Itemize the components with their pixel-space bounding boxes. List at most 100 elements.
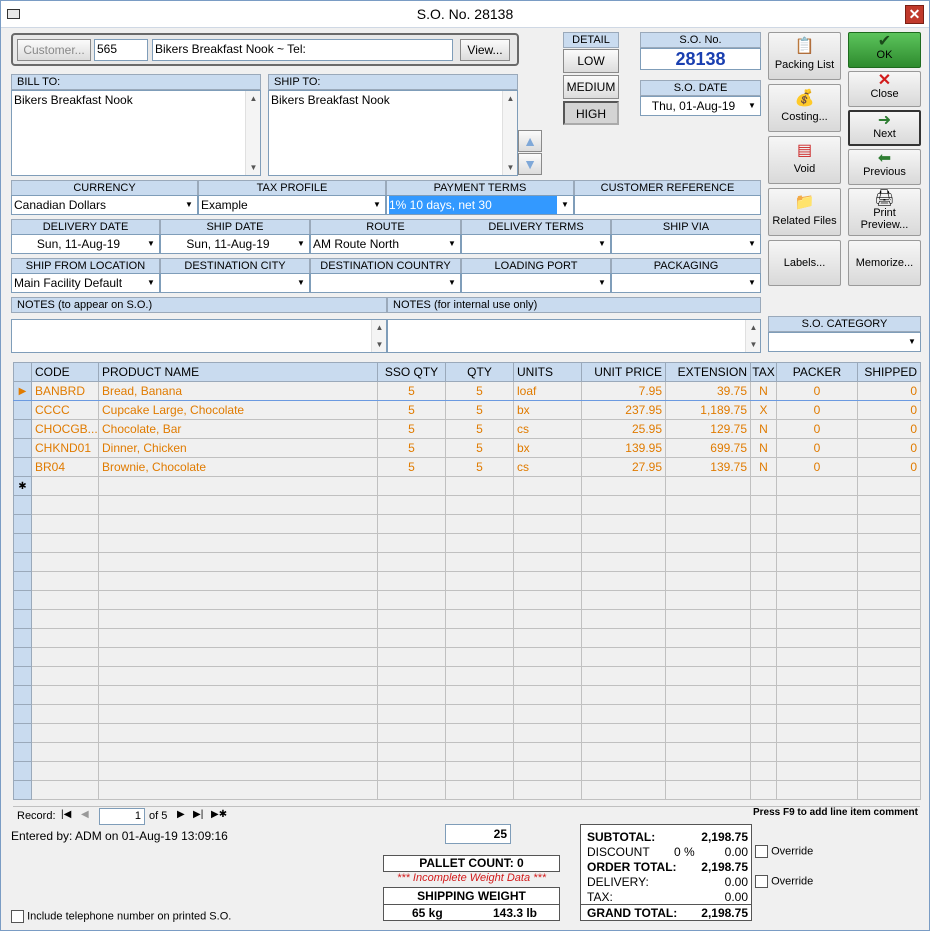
row-selector[interactable]: ✱ <box>13 476 32 496</box>
cell-code[interactable] <box>31 552 99 572</box>
first-record-icon[interactable]: |◀ <box>61 809 71 820</box>
detail-high-button[interactable]: HIGH <box>563 101 619 125</box>
cell-shipped[interactable] <box>857 495 921 515</box>
cell-units[interactable] <box>513 666 582 686</box>
cell-unit-price[interactable] <box>581 571 666 591</box>
cell-product-name[interactable] <box>98 685 378 705</box>
cell-extension[interactable] <box>665 761 751 781</box>
cell-extension[interactable] <box>665 514 751 534</box>
delivery-value[interactable]: 0.00 <box>725 875 748 889</box>
cell-extension[interactable] <box>665 742 751 762</box>
cell-extension[interactable]: 39.75 <box>665 381 751 401</box>
close-button[interactable]: ✕ Close <box>848 71 921 107</box>
cell-packer[interactable]: 0 <box>776 381 858 401</box>
cell-qty[interactable]: 5 <box>445 381 514 401</box>
cell-code[interactable] <box>31 780 99 800</box>
cell-tax[interactable] <box>750 761 777 781</box>
cell-code[interactable]: BANBRD <box>31 381 99 401</box>
cell-packer[interactable] <box>776 514 858 534</box>
cell-shipped[interactable] <box>857 514 921 534</box>
notes-so-scrollbar[interactable]: ▲ ▼ <box>371 320 386 352</box>
detail-medium-button[interactable]: MEDIUM <box>563 75 619 99</box>
row-selector[interactable] <box>13 457 32 477</box>
table-row[interactable] <box>13 533 921 553</box>
cell-qty[interactable] <box>445 571 514 591</box>
cell-units[interactable]: bx <box>513 400 582 420</box>
table-row[interactable]: ✱ <box>13 476 921 496</box>
cell-qty[interactable] <box>445 761 514 781</box>
cell-qty[interactable] <box>445 666 514 686</box>
cell-units[interactable] <box>513 780 582 800</box>
cell-unit-price[interactable] <box>581 742 666 762</box>
cell-qty[interactable] <box>445 514 514 534</box>
chevron-down-icon[interactable]: ▼ <box>744 274 760 292</box>
ship-via-select[interactable]: ▼ <box>611 234 761 254</box>
cell-sso-qty[interactable] <box>377 590 446 610</box>
row-selector[interactable] <box>13 628 32 648</box>
cell-extension[interactable] <box>665 571 751 591</box>
notes-internal-scrollbar[interactable]: ▲ ▼ <box>745 320 760 352</box>
cell-units[interactable] <box>513 552 582 572</box>
cell-qty[interactable]: 5 <box>445 438 514 458</box>
cell-code[interactable] <box>31 571 99 591</box>
cell-code[interactable] <box>31 666 99 686</box>
cell-product-name[interactable] <box>98 514 378 534</box>
cell-packer[interactable] <box>776 666 858 686</box>
chevron-down-icon[interactable]: ▼ <box>369 196 385 214</box>
cell-qty[interactable] <box>445 590 514 610</box>
cell-units[interactable] <box>513 571 582 591</box>
memorize-button[interactable]: Memorize... <box>848 240 921 286</box>
delivery-terms-select[interactable]: ▼ <box>461 234 611 254</box>
column-header-tax[interactable]: TAX <box>750 362 777 382</box>
cell-code[interactable] <box>31 685 99 705</box>
cell-packer[interactable]: 0 <box>776 438 858 458</box>
cell-product-name[interactable]: Cupcake Large, Chocolate <box>98 400 378 420</box>
bill-to-scrollbar[interactable]: ▲ ▼ <box>245 91 260 175</box>
cell-extension[interactable] <box>665 647 751 667</box>
cell-product-name[interactable] <box>98 780 378 800</box>
cell-qty[interactable] <box>445 704 514 724</box>
cell-extension[interactable] <box>665 552 751 572</box>
chevron-down-icon[interactable]: ▼ <box>293 274 309 292</box>
table-row[interactable]: ▶ BANBRD Bread, Banana 5 5 loaf 7.95 39.75 N 0 0 <box>13 381 921 401</box>
print-preview-button[interactable]: 🖨 Print Preview... <box>848 188 921 236</box>
cell-qty[interactable] <box>445 780 514 800</box>
table-row[interactable] <box>13 495 921 515</box>
cell-code[interactable] <box>31 476 99 496</box>
cell-sso-qty[interactable]: 5 <box>377 381 446 401</box>
destination-country-select[interactable]: ▼ <box>310 273 461 293</box>
cell-unit-price[interactable] <box>581 514 666 534</box>
ok-button[interactable]: ✔ OK <box>848 32 921 68</box>
loading-port-select[interactable]: ▼ <box>461 273 611 293</box>
payment-terms-select[interactable]: 1% 10 days, net 30 ▼ <box>386 195 574 215</box>
override-tax[interactable]: Override <box>755 875 813 888</box>
chevron-down-icon[interactable]: ▼ <box>181 196 197 214</box>
cell-sso-qty[interactable] <box>377 552 446 572</box>
cell-extension[interactable] <box>665 704 751 724</box>
so-category-select[interactable]: ▼ <box>768 332 921 352</box>
table-row[interactable]: CCCC Cupcake Large, Chocolate 5 5 bx 237.95 1,… <box>13 400 921 420</box>
cell-sso-qty[interactable] <box>377 723 446 743</box>
row-selector[interactable] <box>13 533 32 553</box>
cell-shipped[interactable]: 0 <box>857 438 921 458</box>
cell-product-name[interactable] <box>98 723 378 743</box>
cell-unit-price[interactable] <box>581 761 666 781</box>
column-header-code[interactable]: CODE <box>31 362 99 382</box>
tax-value[interactable]: 0.00 <box>725 890 748 904</box>
row-selector[interactable] <box>13 780 32 800</box>
cell-unit-price[interactable] <box>581 495 666 515</box>
prev-record-icon[interactable]: ◀ <box>81 809 89 820</box>
cell-sso-qty[interactable] <box>377 514 446 534</box>
cell-shipped[interactable] <box>857 761 921 781</box>
chevron-down-icon[interactable]: ▼ <box>744 235 760 253</box>
cell-units[interactable] <box>513 476 582 496</box>
cell-unit-price[interactable] <box>581 780 666 800</box>
cell-qty[interactable] <box>445 495 514 515</box>
cell-unit-price[interactable] <box>581 590 666 610</box>
column-header-unit-price[interactable]: UNIT PRICE <box>581 362 666 382</box>
cell-code[interactable]: CHOCGB... <box>31 419 99 439</box>
packing-list-button[interactable]: 📋 Packing List <box>768 32 841 80</box>
ship-date-field[interactable]: Sun, 11-Aug-19 ▼ <box>160 234 310 254</box>
chevron-down-icon[interactable]: ▼ <box>143 235 159 253</box>
row-selector[interactable] <box>13 723 32 743</box>
